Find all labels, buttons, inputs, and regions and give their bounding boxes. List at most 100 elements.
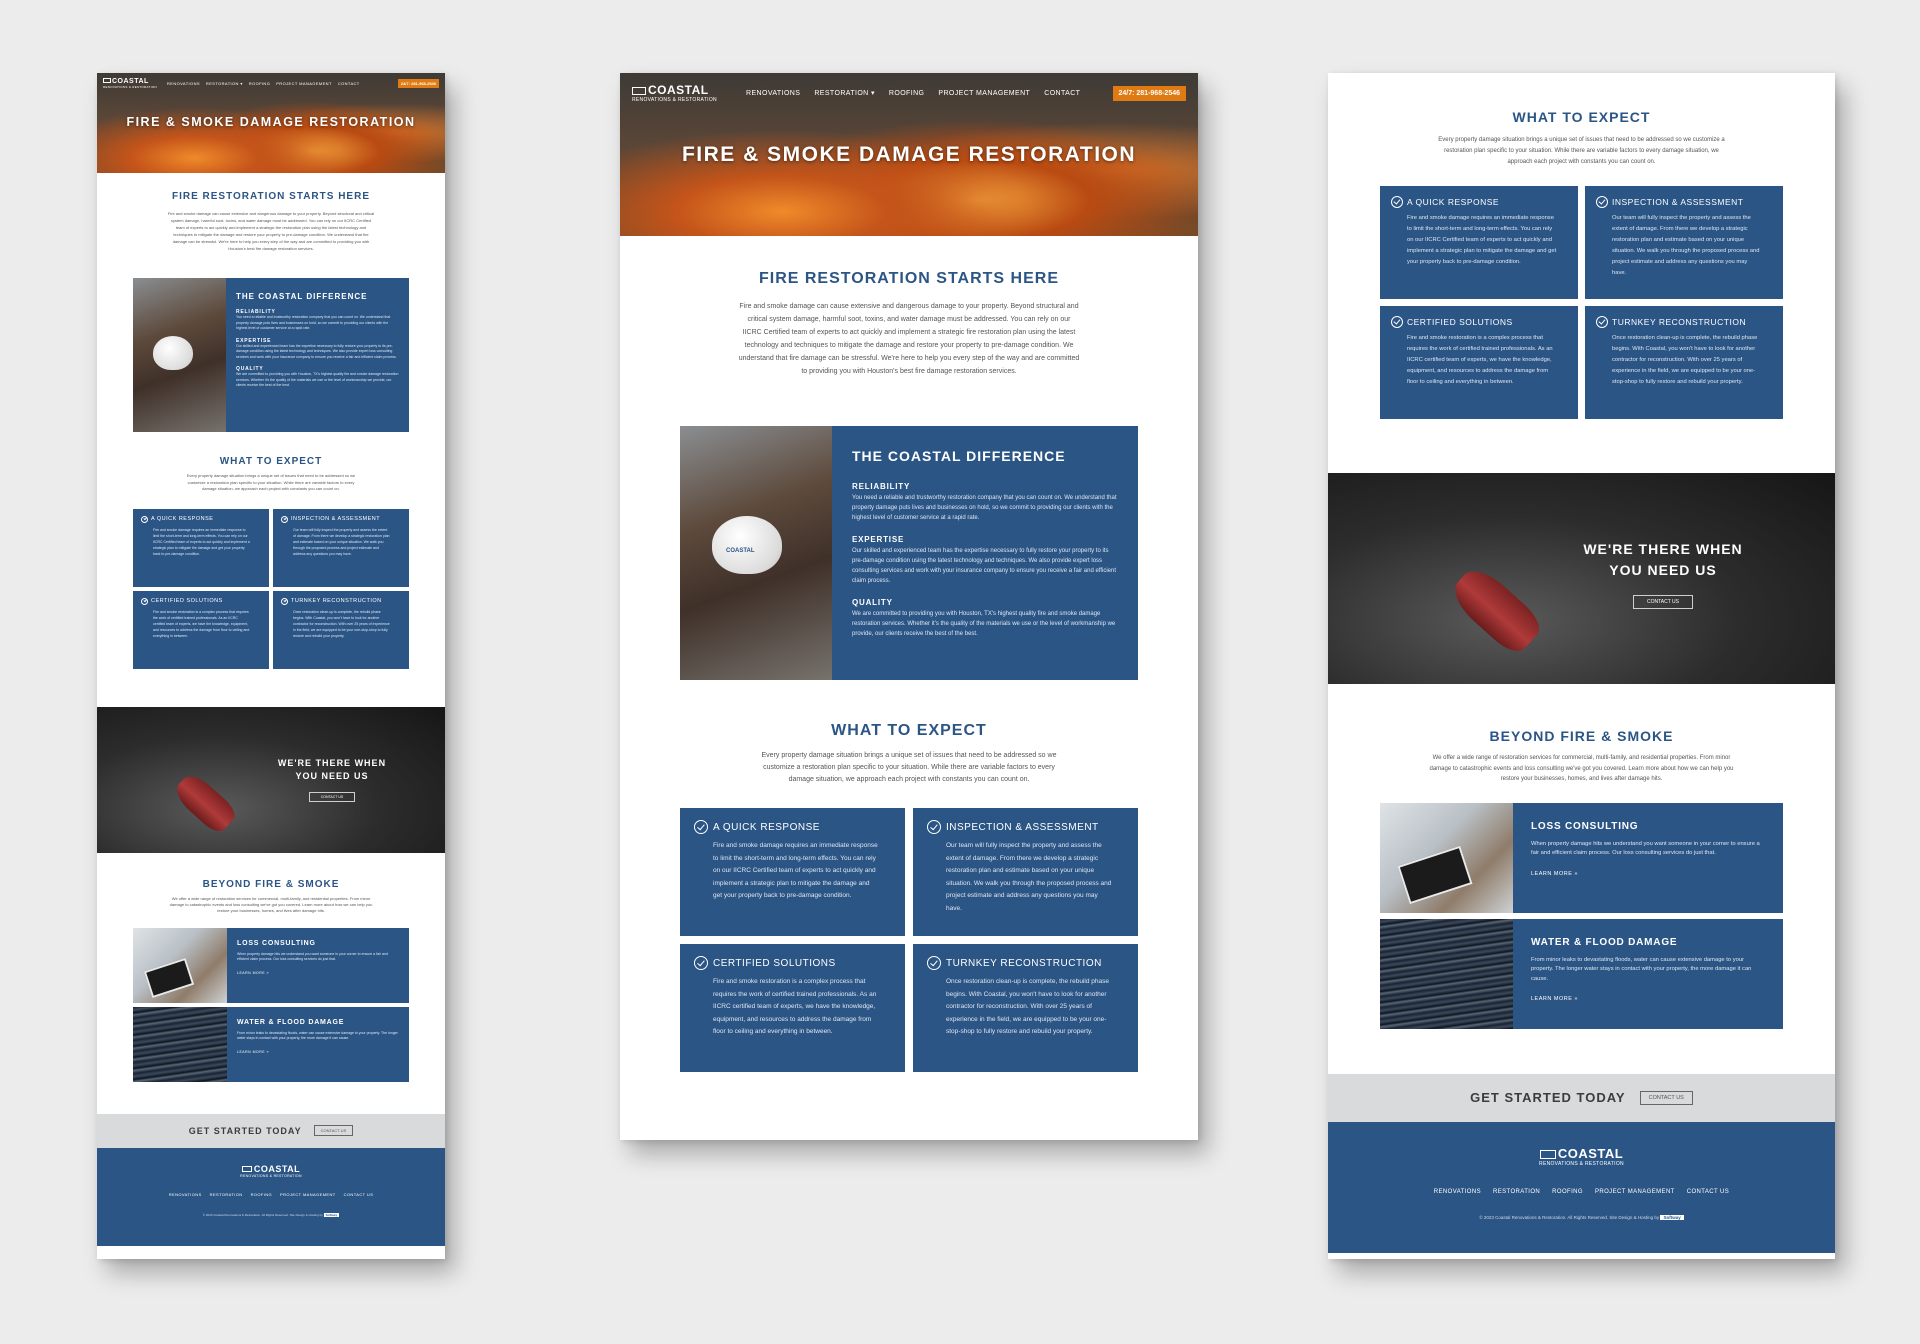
reliability-text: You need a reliable and trustworthy rest… bbox=[852, 495, 1117, 521]
footer-link-project-management[interactable]: PROJECT MANAGEMENT bbox=[280, 1192, 336, 1197]
nav-contact[interactable]: CONTACT bbox=[338, 81, 360, 86]
card-title: A QUICK RESPONSE bbox=[151, 516, 214, 522]
check-circle-icon bbox=[1596, 196, 1608, 208]
service-title: LOSS CONSULTING bbox=[1531, 820, 1639, 832]
service-text: When property damage hits we understand … bbox=[237, 951, 388, 962]
nav-restoration[interactable]: RESTORATION ▾ bbox=[206, 81, 243, 86]
learn-more-link[interactable]: LEARN MORE » bbox=[237, 1050, 399, 1054]
check-circle-icon bbox=[281, 515, 288, 523]
card-inspection-assessment: INSPECTION & ASSESSMENT Our team will fu… bbox=[1585, 186, 1783, 299]
nav-project-management[interactable]: PROJECT MANAGEMENT bbox=[938, 90, 1030, 97]
nav-roofing[interactable]: ROOFING bbox=[249, 81, 270, 86]
footer-link-project-management[interactable]: PROJECT MANAGEMENT bbox=[1595, 1189, 1675, 1195]
card-title: INSPECTION & ASSESSMENT bbox=[291, 516, 381, 522]
beyond-heading: BEYOND FIRE & SMOKE bbox=[1489, 728, 1674, 744]
water-flood-image bbox=[1380, 918, 1513, 1029]
quality-title: QUALITY bbox=[852, 598, 893, 607]
logo[interactable]: COASTAL RENOVATIONS & RESTORATION bbox=[103, 78, 161, 89]
footer-link-roofing[interactable]: ROOFING bbox=[1552, 1189, 1583, 1195]
band-contact-button[interactable]: CONTACT US bbox=[309, 791, 355, 802]
loss-consulting-image bbox=[1380, 802, 1513, 913]
expect-text: Every property damage situation brings a… bbox=[761, 752, 1057, 783]
card-text: Once restoration clean-up is complete, t… bbox=[1612, 335, 1758, 385]
card-text: Fire and smoke restoration is a complex … bbox=[153, 609, 250, 638]
nav-contact[interactable]: CONTACT bbox=[1044, 90, 1080, 97]
card-text: Our team will fully inspect the property… bbox=[293, 527, 390, 556]
footer: COASTAL RENOVATIONS & RESTORATION RENOVA… bbox=[97, 1147, 445, 1246]
nav-renovations[interactable]: RENOVATIONS bbox=[746, 90, 800, 97]
check-circle-icon bbox=[694, 820, 708, 834]
cta-contact-button[interactable]: CONTACT US bbox=[313, 1125, 354, 1136]
service-text: From minor leaks to devastating floods, … bbox=[1531, 956, 1752, 982]
credit-badge[interactable]: Softway bbox=[1660, 1214, 1684, 1220]
cta-contact-button[interactable]: CONTACT US bbox=[1639, 1090, 1693, 1105]
copyright-text: © 2023 Coastal Renovations & Restoration… bbox=[202, 1212, 323, 1217]
footer-logo-tagline: RENOVATIONS & RESTORATION bbox=[1539, 1160, 1624, 1167]
logo-name: COASTAL bbox=[648, 83, 709, 97]
credit-badge[interactable]: Softway bbox=[323, 1212, 340, 1217]
footer-link-renovations[interactable]: RENOVATIONS bbox=[1434, 1189, 1481, 1195]
footer-link-contact[interactable]: CONTACT US bbox=[344, 1192, 374, 1197]
card-certified-solutions: CERTIFIED SOLUTIONS Fire and smoke resto… bbox=[1380, 306, 1578, 419]
card-certified-solutions: CERTIFIED SOLUTIONS Fire and smoke resto… bbox=[133, 590, 269, 669]
intro-heading: FIRE RESTORATION STARTS HERE bbox=[758, 270, 1059, 287]
hardhat-icon bbox=[153, 336, 193, 370]
footer-link-restoration[interactable]: RESTORATION bbox=[210, 1192, 243, 1197]
logo-mark-icon bbox=[632, 86, 646, 95]
coastal-difference-block: THE COASTAL DIFFERENCE RELIABILITY You n… bbox=[133, 278, 409, 432]
nav-roofing[interactable]: ROOFING bbox=[889, 90, 924, 97]
service-title: WATER & FLOOD DAMAGE bbox=[237, 1018, 345, 1026]
expertise-title: EXPERTISE bbox=[852, 535, 905, 544]
card-certified-solutions: CERTIFIED SOLUTIONS Fire and smoke resto… bbox=[680, 944, 905, 1072]
card-title: CERTIFIED SOLUTIONS bbox=[151, 598, 223, 604]
footer: COASTAL RENOVATIONS & RESTORATION RENOVA… bbox=[1328, 1121, 1835, 1253]
card-title: A QUICK RESPONSE bbox=[1407, 197, 1500, 207]
card-title: INSPECTION & ASSESSMENT bbox=[1612, 197, 1744, 207]
footer-link-roofing[interactable]: ROOFING bbox=[251, 1192, 272, 1197]
card-text: Fire and smoke restoration is a complex … bbox=[713, 978, 877, 1035]
phone-button[interactable]: 24/7: 281-968-2546 bbox=[1112, 85, 1186, 101]
logo-name: COASTAL bbox=[112, 77, 149, 85]
cta-text: GET STARTED TODAY bbox=[1470, 1090, 1626, 1105]
hero-title: FIRE & SMOKE DAMAGE RESTORATION bbox=[126, 115, 416, 129]
cta-bar: GET STARTED TODAY CONTACT US bbox=[97, 1113, 445, 1148]
check-circle-icon bbox=[694, 956, 708, 970]
footer-logo[interactable]: COASTAL RENOVATIONS & RESTORATION bbox=[97, 1164, 445, 1178]
footer-link-contact[interactable]: CONTACT US bbox=[1687, 1189, 1729, 1195]
card-quick-response: A QUICK RESPONSE Fire and smoke damage r… bbox=[133, 508, 269, 587]
cta-bar: GET STARTED TODAY CONTACT US bbox=[1328, 1073, 1835, 1122]
footer-logo-name: COASTAL bbox=[253, 1163, 301, 1174]
learn-more-link[interactable]: LEARN MORE » bbox=[1531, 996, 1765, 1002]
nav-renovations[interactable]: RENOVATIONS bbox=[167, 81, 200, 86]
learn-more-link[interactable]: LEARN MORE » bbox=[237, 971, 399, 975]
contact-band: WE'RE THERE WHEN YOU NEED US CONTACT US bbox=[1328, 473, 1835, 684]
check-circle-icon bbox=[1596, 316, 1608, 328]
service-water-flood[interactable]: WATER & FLOOD DAMAGE From minor leaks to… bbox=[1380, 918, 1783, 1029]
service-loss-consulting[interactable]: LOSS CONSULTING When property damage hit… bbox=[133, 927, 409, 1003]
card-inspection-assessment: INSPECTION & ASSESSMENT Our team will fu… bbox=[273, 508, 409, 587]
beyond-heading: BEYOND FIRE & SMOKE bbox=[202, 878, 340, 890]
expect-cards: A QUICK RESPONSE Fire and smoke damage r… bbox=[1380, 186, 1783, 419]
card-title: CERTIFIED SOLUTIONS bbox=[1407, 317, 1513, 327]
footer-link-restoration[interactable]: RESTORATION bbox=[1493, 1189, 1540, 1195]
card-title: CERTIFIED SOLUTIONS bbox=[713, 957, 836, 969]
footer-link-renovations[interactable]: RENOVATIONS bbox=[169, 1192, 202, 1197]
service-title: LOSS CONSULTING bbox=[237, 939, 316, 947]
service-water-flood[interactable]: WATER & FLOOD DAMAGE From minor leaks to… bbox=[133, 1006, 409, 1082]
card-quick-response: A QUICK RESPONSE Fire and smoke damage r… bbox=[1380, 186, 1578, 299]
footer-logo[interactable]: COASTAL RENOVATIONS & RESTORATION bbox=[1328, 1146, 1835, 1167]
card-text: Fire and smoke damage requires an immedi… bbox=[153, 527, 250, 556]
nav-restoration[interactable]: RESTORATION ▾ bbox=[814, 89, 875, 97]
service-loss-consulting[interactable]: LOSS CONSULTING When property damage hit… bbox=[1380, 802, 1783, 913]
learn-more-link[interactable]: LEARN MORE » bbox=[1531, 871, 1765, 877]
band-contact-button[interactable]: CONTACT US bbox=[1633, 595, 1693, 609]
card-text: Once restoration clean-up is complete, t… bbox=[946, 978, 1109, 1035]
phone-button[interactable]: 24/7: 281-968-2546 bbox=[397, 78, 439, 88]
nav-project-management[interactable]: PROJECT MANAGEMENT bbox=[276, 81, 332, 86]
fire-extinguisher-image bbox=[170, 769, 240, 836]
logo[interactable]: COASTAL RENOVATIONS & RESTORATION bbox=[632, 83, 732, 103]
card-text: Fire and smoke damage requires an immedi… bbox=[1407, 215, 1557, 265]
card-inspection-assessment: INSPECTION & ASSESSMENT Our team will fu… bbox=[913, 808, 1138, 936]
worker-hardhat-image bbox=[133, 278, 226, 432]
intro-text: Fire and smoke damage can cause extensiv… bbox=[167, 211, 375, 251]
